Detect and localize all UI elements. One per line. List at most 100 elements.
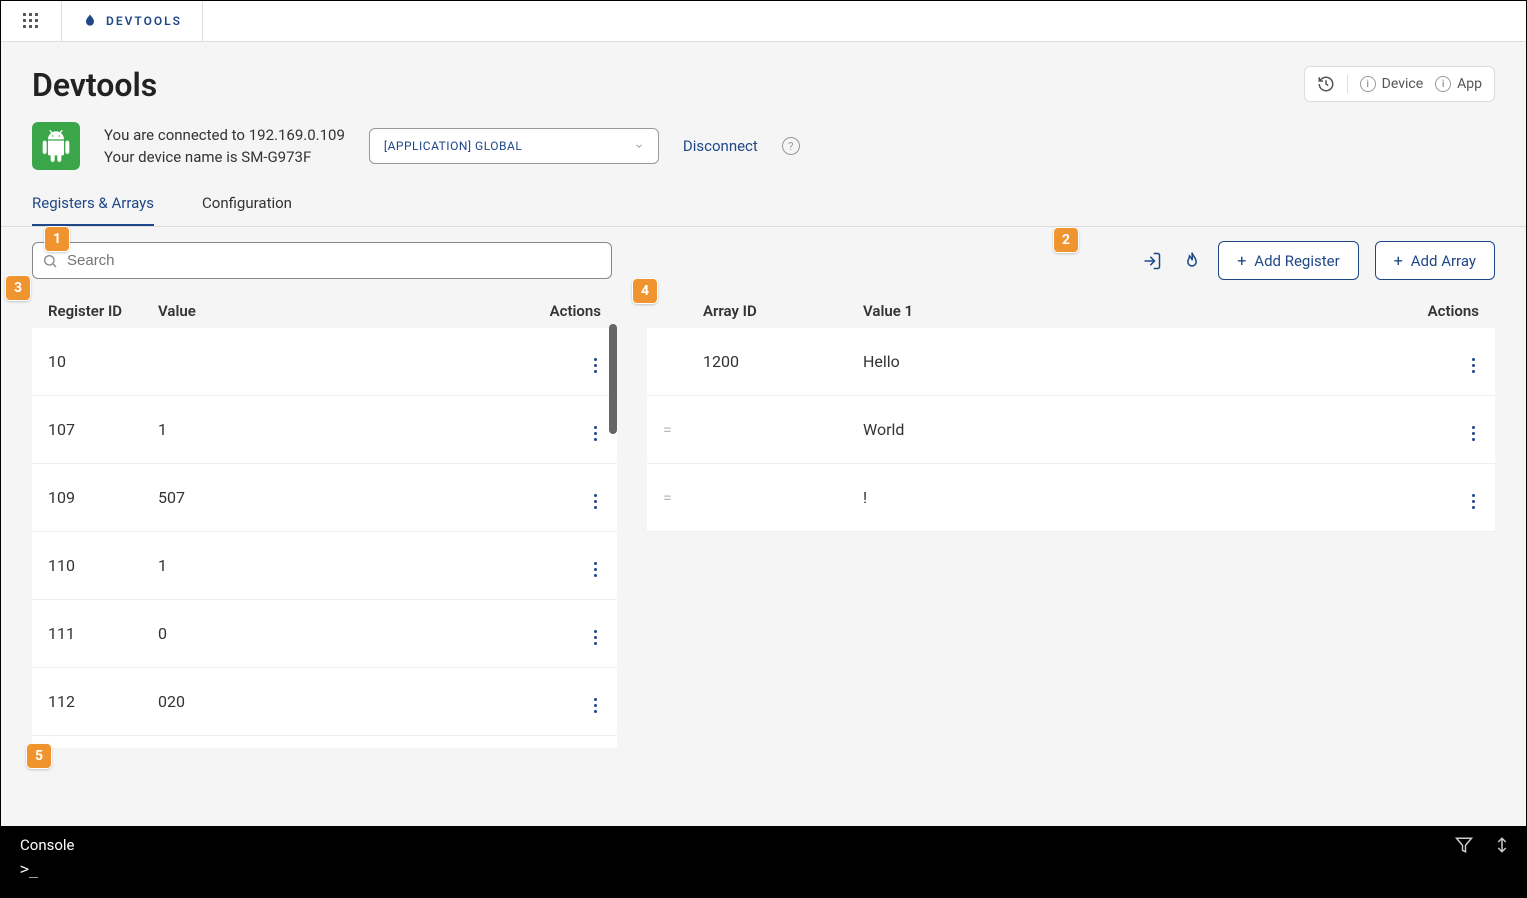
drag-handle-icon[interactable]: =	[663, 488, 672, 507]
history-icon[interactable]	[1317, 75, 1335, 93]
col-array-id: Array ID	[703, 302, 863, 320]
divider	[1347, 75, 1348, 93]
register-value: 0	[158, 624, 541, 643]
application-selector[interactable]: [APPLICATION] GLOBAL	[369, 128, 659, 164]
callout-5: 5	[26, 743, 52, 769]
header-row: Devtools i Device i App	[0, 42, 1527, 104]
table-row[interactable]: 10	[32, 328, 617, 396]
table-row[interactable]: 112020	[32, 668, 617, 736]
arrays-body: 1200Hello = World =!	[647, 328, 1495, 532]
table-row[interactable]: = World	[647, 396, 1495, 464]
row-actions-menu[interactable]	[590, 422, 601, 445]
console-icons	[1455, 836, 1511, 854]
row-actions-menu[interactable]	[1468, 422, 1479, 445]
brand-text: DEVTOOLS	[106, 14, 182, 28]
disconnect-link[interactable]: Disconnect	[683, 137, 758, 155]
registers-body: 101071109507110111101120201160	[32, 328, 617, 748]
expand-icon[interactable]	[1493, 836, 1511, 854]
page-title: Devtools	[32, 66, 157, 104]
table-row[interactable]: 1101	[32, 532, 617, 600]
device-label: Device	[1382, 76, 1423, 92]
plus-icon: +	[1394, 251, 1403, 270]
col-register-id: Register ID	[48, 302, 158, 320]
array-value: Hello	[863, 352, 1419, 371]
registers-table: Register ID Value Actions 10107110950711…	[32, 294, 617, 744]
app-grid-button[interactable]	[0, 0, 62, 42]
app-label: App	[1457, 76, 1482, 92]
register-id: 112	[48, 692, 158, 711]
info-icon: i	[1435, 76, 1451, 92]
application-selector-label: [APPLICATION] GLOBAL	[384, 139, 522, 153]
add-register-button[interactable]: + Add Register	[1218, 241, 1358, 280]
register-value: 1	[158, 556, 541, 575]
array-value: World	[863, 420, 1419, 439]
header-actions: i Device i App	[1304, 66, 1495, 102]
brand[interactable]: DEVTOOLS	[62, 0, 203, 42]
help-icon[interactable]: ?	[782, 137, 800, 155]
add-array-label: Add Array	[1411, 252, 1476, 270]
top-bar: DEVTOOLS	[0, 0, 1527, 42]
toolbar-icons	[1142, 251, 1202, 271]
row-actions-menu[interactable]	[590, 694, 601, 717]
drag-handle-icon[interactable]: =	[663, 420, 672, 439]
add-array-button[interactable]: + Add Array	[1375, 241, 1495, 280]
tables: Register ID Value Actions 10107110950711…	[0, 294, 1527, 744]
device-info-button[interactable]: i Device	[1360, 76, 1423, 92]
table-header: Array ID Value 1 Actions	[647, 294, 1495, 328]
toolbar: + Add Register + Add Array	[0, 227, 1527, 294]
table-row[interactable]: 109507	[32, 464, 617, 532]
table-row[interactable]: =!	[647, 464, 1495, 532]
register-id: 10	[48, 352, 158, 371]
col-actions: Actions	[541, 302, 601, 320]
callout-1: 1	[44, 226, 70, 252]
console-panel: Console >_	[0, 826, 1527, 898]
register-value: 507	[158, 488, 541, 507]
col-value: Value	[158, 302, 541, 320]
connection-row: You are connected to 192.169.0.109 Your …	[0, 104, 1527, 170]
flame-icon[interactable]	[1182, 251, 1202, 271]
flame-icon	[82, 13, 98, 29]
callout-4: 4	[632, 278, 658, 304]
register-value: 020	[158, 692, 541, 711]
table-row[interactable]: 1200Hello	[647, 328, 1495, 396]
callout-3: 3	[5, 275, 31, 301]
import-icon[interactable]	[1142, 251, 1162, 271]
android-badge	[32, 122, 80, 170]
grid-icon	[23, 13, 39, 29]
row-actions-menu[interactable]	[1468, 490, 1479, 513]
add-register-label: Add Register	[1254, 252, 1339, 270]
console-title: Console	[20, 836, 75, 854]
table-header: Register ID Value Actions	[32, 294, 617, 328]
tabs: Registers & Arrays Configuration	[0, 170, 1527, 227]
console-prompt[interactable]: >_	[0, 856, 1527, 882]
plus-icon: +	[1237, 251, 1246, 270]
row-actions-menu[interactable]	[590, 626, 601, 649]
app-info-button[interactable]: i App	[1435, 76, 1482, 92]
search-icon	[42, 253, 58, 269]
table-row[interactable]: 1110	[32, 600, 617, 668]
filter-icon[interactable]	[1455, 836, 1473, 854]
row-actions-menu[interactable]	[590, 354, 601, 377]
register-id: 107	[48, 420, 158, 439]
array-id: 1200	[703, 352, 863, 371]
android-icon	[40, 130, 72, 162]
register-id: 109	[48, 488, 158, 507]
col-actions: Actions	[1419, 302, 1479, 320]
connection-ip: You are connected to 192.169.0.109	[104, 124, 345, 147]
connection-text: You are connected to 192.169.0.109 Your …	[104, 124, 345, 169]
row-actions-menu[interactable]	[590, 490, 601, 513]
info-icon: i	[1360, 76, 1376, 92]
console-header: Console	[0, 826, 1527, 856]
search-input[interactable]	[32, 242, 612, 279]
tab-configuration[interactable]: Configuration	[202, 194, 292, 226]
row-actions-menu[interactable]	[1468, 354, 1479, 377]
table-row[interactable]: 1071	[32, 396, 617, 464]
scrollbar[interactable]	[609, 324, 617, 434]
register-value: 1	[158, 420, 541, 439]
register-id: 111	[48, 624, 158, 643]
register-id: 110	[48, 556, 158, 575]
array-value: !	[863, 488, 1419, 507]
row-actions-menu[interactable]	[590, 558, 601, 581]
tab-registers-arrays[interactable]: Registers & Arrays	[32, 194, 154, 226]
table-row[interactable]: 1160	[32, 736, 617, 748]
